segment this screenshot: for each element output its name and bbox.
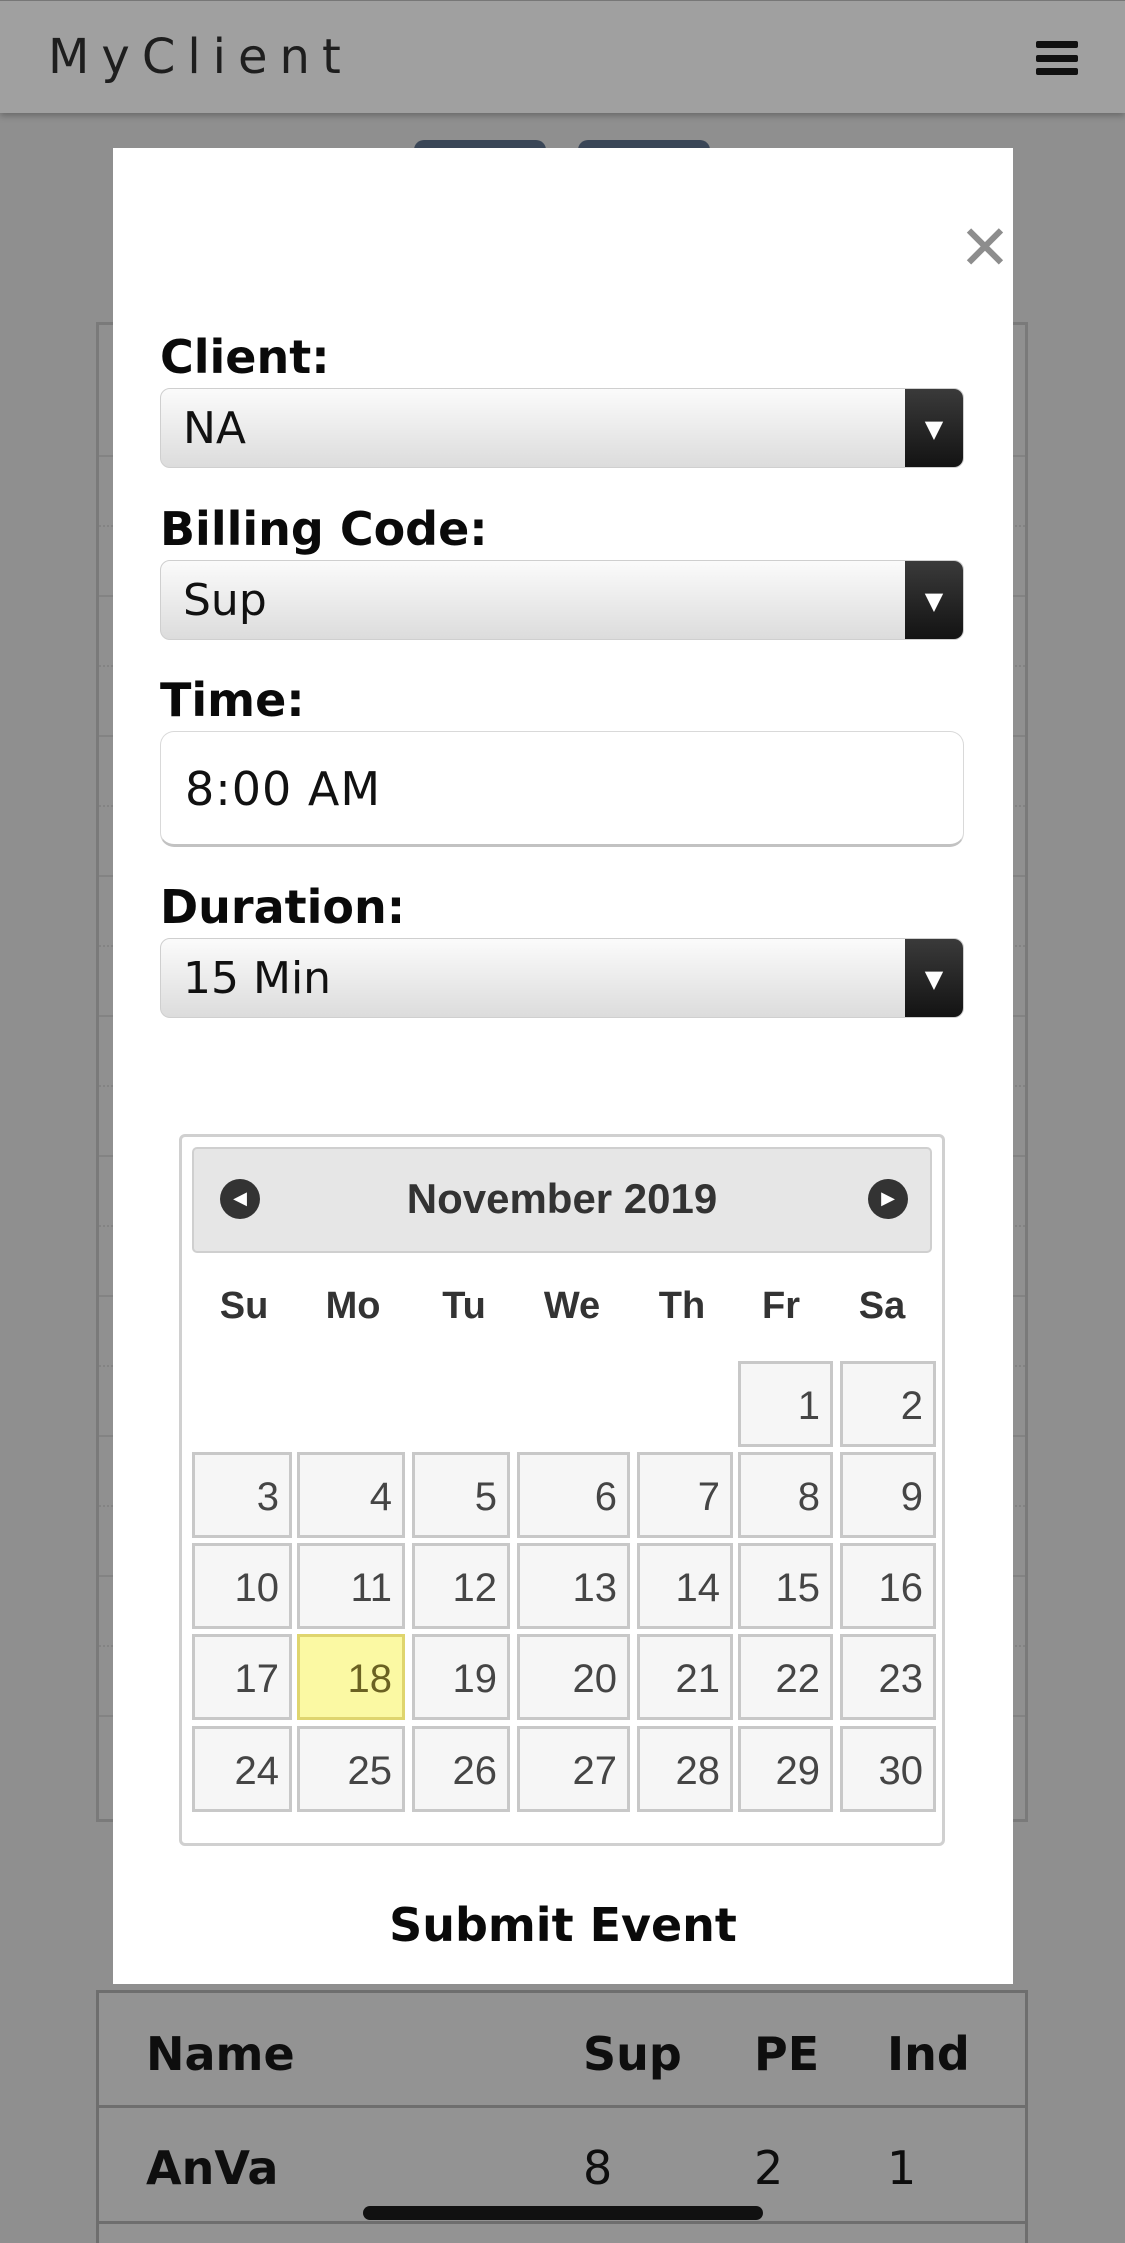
calendar-day[interactable]: 17 (192, 1634, 292, 1720)
home-indicator (363, 2206, 763, 2220)
calendar-day[interactable]: 20 (517, 1634, 630, 1720)
client-select[interactable]: NA ▼ (160, 388, 964, 468)
calendar-day[interactable]: 4 (297, 1452, 405, 1538)
weekday-header: Tu (442, 1285, 486, 1327)
top-navbar: MyClient (0, 0, 1125, 113)
header-ind: Ind (887, 2027, 970, 2081)
chevron-down-icon: ▼ (905, 939, 963, 1017)
row-ind: 1 (887, 2141, 917, 2195)
calendar-day[interactable]: 5 (412, 1452, 510, 1538)
client-select-value: NA (183, 403, 247, 454)
event-modal: ✕ Client: NA ▼ Billing Code: Sup ▼ Time:… (113, 148, 1013, 1984)
weekday-header: Sa (858, 1285, 906, 1327)
calendar-day[interactable]: 24 (192, 1726, 292, 1812)
row-name: AnVa (146, 2141, 279, 2195)
app-brand[interactable]: MyClient (48, 29, 353, 85)
weekday-header: Mo (325, 1285, 381, 1327)
calendar-day[interactable]: 19 (412, 1634, 510, 1720)
billing-code-select-value: Sup (183, 575, 267, 626)
calendar-day[interactable]: 16 (840, 1543, 936, 1629)
calendar-day[interactable]: 23 (840, 1634, 936, 1720)
billing-code-select[interactable]: Sup ▼ (160, 560, 964, 640)
billing-code-label: Billing Code: (160, 502, 488, 556)
calendar-day[interactable]: 25 (297, 1726, 405, 1812)
calendar-day[interactable]: 6 (517, 1452, 630, 1538)
time-label: Time: (160, 673, 305, 727)
calendar-day[interactable]: 15 (738, 1543, 833, 1629)
calendar-day[interactable]: 3 (192, 1452, 292, 1538)
client-label: Client: (160, 330, 330, 384)
row-sup: 8 (583, 2141, 613, 2195)
chevron-down-icon: ▼ (905, 561, 963, 639)
calendar-day[interactable]: 21 (637, 1634, 733, 1720)
calendar-day[interactable]: 26 (412, 1726, 510, 1812)
date-picker: ◀ November 2019 ▶ Su Mo Tu We Th Fr Sa 1 2 3 4 5 6 7 8… (179, 1134, 945, 1846)
calendar-day[interactable]: 27 (517, 1726, 630, 1812)
calendar-day[interactable]: 30 (840, 1726, 936, 1812)
calendar-day[interactable]: 28 (637, 1726, 733, 1812)
close-icon[interactable]: ✕ (955, 217, 1015, 279)
next-month-icon[interactable]: ▶ (868, 1179, 908, 1219)
calendar-header: ◀ November 2019 ▶ (192, 1147, 932, 1253)
calendar-day[interactable]: 1 (738, 1361, 833, 1447)
header-pe: PE (754, 2027, 820, 2081)
calendar-day[interactable]: 7 (637, 1452, 733, 1538)
calendar-day[interactable]: 2 (840, 1361, 936, 1447)
calendar-day[interactable]: 22 (738, 1634, 833, 1720)
duration-label: Duration: (160, 880, 406, 934)
time-input-value: 8:00 AM (185, 762, 382, 816)
header-sup: Sup (583, 2027, 682, 2081)
calendar-day[interactable]: 13 (517, 1543, 630, 1629)
calendar-day-selected[interactable]: 18 (297, 1634, 405, 1720)
calendar-day[interactable]: 14 (637, 1543, 733, 1629)
weekday-header: Th (658, 1285, 706, 1327)
weekday-header: Fr (762, 1285, 800, 1327)
calendar-day[interactable]: 10 (192, 1543, 292, 1629)
calendar-day[interactable]: 12 (412, 1543, 510, 1629)
calendar-day[interactable]: 29 (738, 1726, 833, 1812)
header-name: Name (146, 2027, 295, 2081)
table-header-row: Name Sup PE Ind (99, 1993, 1025, 2108)
weekday-header: We (543, 1285, 601, 1327)
duration-select[interactable]: 15 Min ▼ (160, 938, 964, 1018)
calendar-day[interactable]: 11 (297, 1543, 405, 1629)
menu-icon[interactable] (1036, 41, 1078, 75)
row-pe: 2 (754, 2141, 784, 2195)
calendar-day[interactable]: 8 (738, 1452, 833, 1538)
chevron-down-icon: ▼ (905, 389, 963, 467)
time-input[interactable]: 8:00 AM (160, 731, 964, 847)
duration-select-value: 15 Min (183, 953, 332, 1004)
calendar-month-title: November 2019 (406, 1175, 718, 1222)
weekday-header: Su (219, 1285, 269, 1327)
submit-event-button[interactable]: Submit Event (113, 1898, 1013, 1952)
calendar-day[interactable]: 9 (840, 1452, 936, 1538)
